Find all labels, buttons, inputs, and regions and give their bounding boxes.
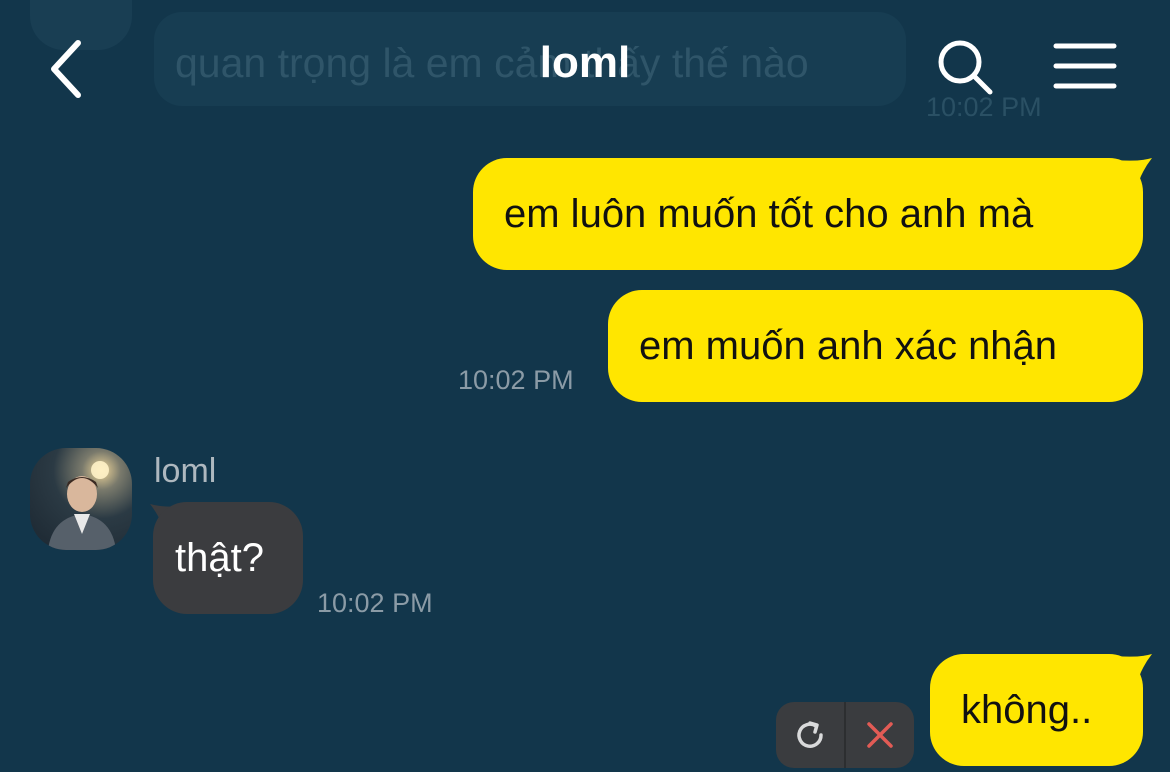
message-bubble-outgoing[interactable]: em muốn anh xác nhận bbox=[608, 290, 1143, 402]
search-icon[interactable] bbox=[934, 36, 996, 98]
message-bubble-outgoing[interactable]: không.. bbox=[930, 654, 1143, 766]
sender-name: loml bbox=[154, 452, 217, 490]
message-text: em luôn muốn tốt cho anh mà bbox=[504, 192, 1034, 236]
message-text: thật? bbox=[175, 536, 264, 580]
failed-message-actions bbox=[776, 702, 914, 768]
retry-icon bbox=[797, 721, 823, 748]
message-time: 10:02 PM bbox=[458, 365, 574, 395]
hamburger-menu-icon[interactable] bbox=[1052, 40, 1118, 92]
message-time: 10:02 PM bbox=[317, 588, 433, 618]
avatar[interactable] bbox=[30, 448, 132, 550]
message-text: em muốn anh xác nhận bbox=[639, 324, 1058, 368]
retry-button[interactable] bbox=[776, 702, 844, 768]
close-icon bbox=[867, 722, 893, 748]
message-bubble-outgoing[interactable]: em luôn muốn tốt cho anh mà bbox=[473, 158, 1143, 270]
message-text: không.. bbox=[961, 688, 1093, 732]
message-bubble-incoming[interactable]: thật? bbox=[153, 502, 303, 614]
delete-button[interactable] bbox=[846, 702, 914, 768]
